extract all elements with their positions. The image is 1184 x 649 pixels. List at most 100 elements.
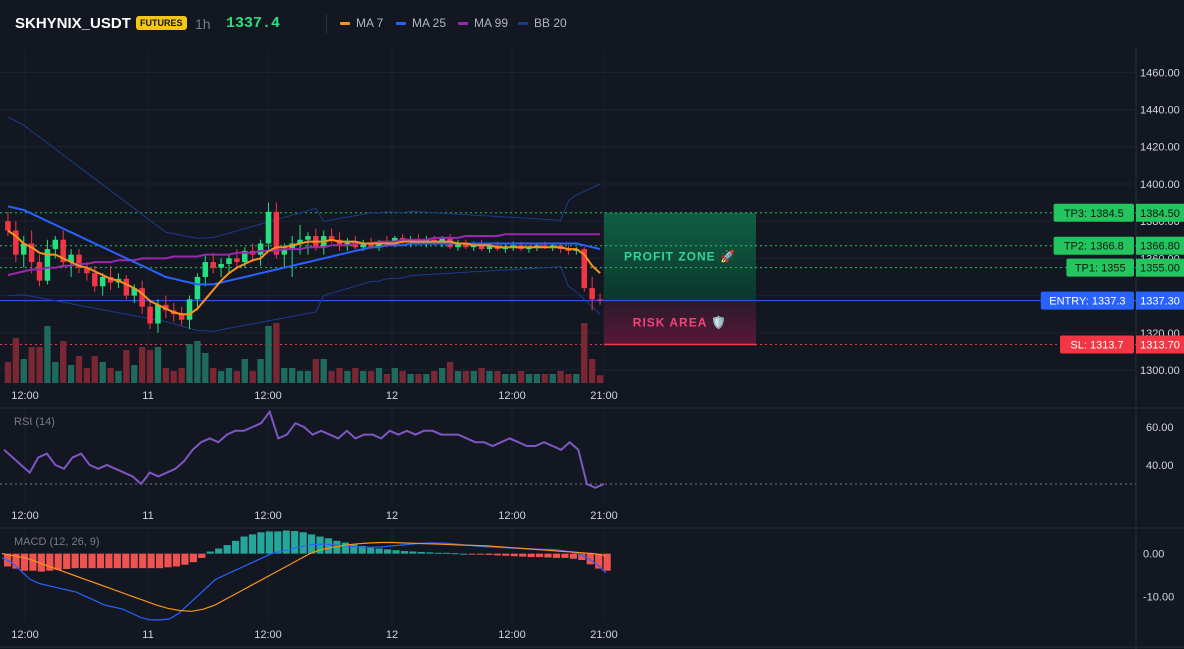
price-axis-marker-text: 1384.50 xyxy=(1140,208,1180,220)
candle-body[interactable] xyxy=(210,262,216,268)
candle-body[interactable] xyxy=(186,299,193,320)
macd-histogram-bar xyxy=(240,536,248,554)
candle-body[interactable] xyxy=(257,243,264,255)
volume-bar xyxy=(439,368,446,383)
volume-bar xyxy=(44,326,51,383)
candle-body[interactable] xyxy=(99,276,106,287)
macd-histogram-bar xyxy=(460,553,468,555)
volume-bar xyxy=(596,375,604,383)
macd-histogram-bar xyxy=(20,553,29,571)
volume-bar xyxy=(178,368,185,383)
volume-bar xyxy=(517,371,525,383)
price-axis-tick: 1400.00 xyxy=(1140,179,1180,191)
price-axis-marker-text: 1337.30 xyxy=(1140,296,1180,308)
volume-bar xyxy=(344,371,351,383)
macd-histogram-bar xyxy=(122,553,130,569)
profit-zone-label: PROFIT ZONE 🚀 xyxy=(624,250,736,264)
candle-body[interactable] xyxy=(194,276,201,300)
macd-histogram-bar xyxy=(384,549,392,554)
macd-histogram-bar xyxy=(113,553,121,569)
chart-canvas[interactable]: 1460.001440.001420.001400.001380.001360.… xyxy=(0,0,1184,649)
volume-bar xyxy=(296,371,304,383)
level-label: TP1: 1355 xyxy=(1075,263,1126,275)
price-axis-tick: 1420.00 xyxy=(1140,142,1180,154)
price-axis-marker-text: 1355.00 xyxy=(1140,263,1180,275)
macd-axis-tick: 0.00 xyxy=(1143,549,1164,561)
macd-histogram-bar xyxy=(544,553,552,558)
volume-bar xyxy=(557,371,564,383)
macd-axis-tick: -10.00 xyxy=(1143,591,1174,603)
candle-body[interactable] xyxy=(202,262,209,277)
macd-histogram-bar xyxy=(147,553,155,569)
macd-histogram-bar xyxy=(510,553,518,557)
candle-body[interactable] xyxy=(265,211,272,244)
candle-body[interactable] xyxy=(234,258,240,263)
volume-bar xyxy=(67,365,75,383)
macd-histogram-bar xyxy=(434,552,442,554)
volume-bar xyxy=(446,362,454,383)
candle-body[interactable] xyxy=(92,273,98,287)
volume-bar xyxy=(454,371,462,383)
volume-bar xyxy=(375,368,383,383)
time-axis-tick: 12:00 xyxy=(254,629,282,641)
macd-histogram-bar xyxy=(164,553,172,568)
macd-histogram-bar xyxy=(130,553,138,569)
volume-bar xyxy=(391,368,398,383)
macd-histogram-bar xyxy=(29,553,37,571)
volume-bar xyxy=(28,347,35,383)
macd-histogram-bar xyxy=(485,553,493,555)
candle-body[interactable] xyxy=(147,306,153,324)
candle-body[interactable] xyxy=(589,288,595,300)
macd-histogram-bar xyxy=(341,542,349,554)
volume-bar xyxy=(573,374,580,383)
macd-histogram-bar xyxy=(468,553,476,555)
volume-bar xyxy=(502,374,509,383)
volume-bar xyxy=(225,368,233,383)
rsi-title: RSI (14) xyxy=(14,416,55,428)
candle-body[interactable] xyxy=(123,278,130,296)
level-label: SL: 1313.7 xyxy=(1070,339,1123,351)
volume-bar xyxy=(383,374,391,383)
candle-body[interactable] xyxy=(5,221,11,231)
volume-bar xyxy=(541,374,548,383)
macd-histogram-bar xyxy=(561,553,569,558)
macd-histogram-bar xyxy=(198,553,206,558)
macd-histogram-bar xyxy=(172,553,181,567)
candle-body[interactable] xyxy=(139,288,145,307)
candle-body[interactable] xyxy=(52,239,59,250)
volume-bar xyxy=(257,359,264,383)
volume-bar xyxy=(91,356,98,383)
volume-bar xyxy=(478,368,485,383)
macd-histogram-bar xyxy=(63,553,71,570)
macd-histogram-bar xyxy=(451,553,459,555)
macd-histogram-bar xyxy=(324,538,333,554)
macd-histogram-bar xyxy=(552,553,561,558)
volume-bar xyxy=(486,371,493,383)
time-axis-tick: 21:00 xyxy=(590,510,618,522)
candle-body[interactable] xyxy=(597,299,603,301)
rsi-axis-tick: 60.00 xyxy=(1146,422,1174,434)
volume-bar xyxy=(265,326,272,383)
macd-histogram-bar xyxy=(54,553,62,570)
volume-bar xyxy=(494,371,501,383)
volume-bar xyxy=(52,362,59,383)
candle-body[interactable] xyxy=(218,263,224,268)
candle-body[interactable] xyxy=(155,304,161,324)
volume-bar xyxy=(470,371,477,383)
macd-histogram-bar xyxy=(232,540,240,554)
candle-body[interactable] xyxy=(36,262,43,281)
volume-bar xyxy=(249,371,256,383)
candle-body[interactable] xyxy=(226,258,232,264)
macd-histogram-bar xyxy=(223,545,231,554)
macd-histogram-bar xyxy=(206,551,214,554)
volume-bar xyxy=(83,368,91,383)
time-axis-tick: 12 xyxy=(386,390,398,402)
level-label: ENTRY: 1337.3 xyxy=(1049,296,1125,308)
time-axis-tick: 12:00 xyxy=(498,510,526,522)
volume-bar xyxy=(336,368,343,383)
macd-histogram-bar xyxy=(350,544,358,554)
price-axis-marker-text: 1313.70 xyxy=(1140,339,1180,351)
macd-histogram-bar xyxy=(392,550,400,554)
macd-histogram-bar xyxy=(215,548,223,554)
candle-body[interactable] xyxy=(305,236,311,240)
